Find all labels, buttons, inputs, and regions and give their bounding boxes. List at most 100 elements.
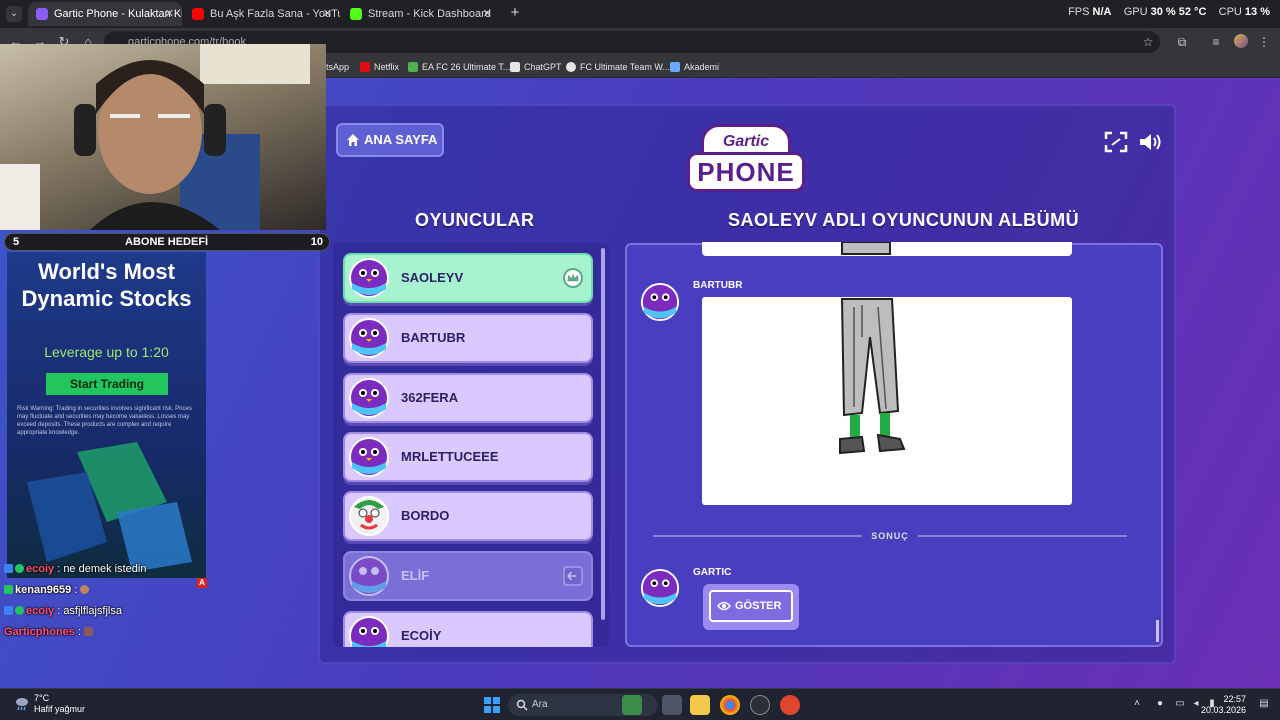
cpu-value: 13 %	[1244, 6, 1270, 18]
bookmark-fc-ultimate[interactable]: FC Ultimate Team W...	[566, 59, 670, 75]
browser-menu-icon[interactable]: ⋮	[1256, 34, 1272, 50]
akademi-icon	[670, 62, 680, 72]
bookmark-netflix[interactable]: Netflix	[360, 59, 399, 75]
sound-icon[interactable]	[1137, 130, 1163, 154]
subscriber-goal-bar: 5 ABONE HEDEFİ 10	[4, 233, 330, 251]
new-tab-button[interactable]: +	[506, 4, 524, 22]
ea-fc-icon	[408, 62, 418, 72]
player-name: BARTUBR	[401, 330, 466, 345]
ad-subtitle: Leverage up to 1:20	[44, 344, 169, 360]
player-item[interactable]: MRLETTUCEEE	[343, 432, 593, 482]
tab-youtube[interactable]: Bu Aşk Fazla Sana - YouTube ✕	[184, 2, 340, 26]
fullscreen-icon[interactable]	[1103, 130, 1129, 154]
close-tab-icon[interactable]: ✕	[323, 2, 332, 26]
player-name: ELİF	[401, 568, 430, 583]
players-title: OYUNCULAR	[415, 210, 535, 230]
media-control-icon[interactable]: ≡	[1208, 34, 1224, 50]
close-tab-icon[interactable]: ✕	[483, 2, 492, 26]
bookmark-star-icon[interactable]: ☆	[1140, 34, 1156, 50]
show-result-button[interactable]: GÖSTER	[703, 584, 799, 630]
home-button[interactable]: ANA SAYFA	[336, 123, 444, 157]
tray-chevron-icon[interactable]: ˄	[1131, 698, 1143, 710]
house-icon	[347, 134, 359, 146]
bookmark-chatgpt[interactable]: ChatGPT	[510, 59, 562, 75]
drawing-canvas	[702, 297, 1072, 505]
player-item[interactable]: ELİF	[343, 551, 593, 601]
bookmark-akademi[interactable]: Akademi	[670, 59, 719, 75]
clock-time: 22:57	[1223, 694, 1246, 704]
players-scrollbar[interactable]	[601, 248, 605, 620]
bookmark-ea-fc[interactable]: EA FC 26 Ultimate T...	[408, 59, 510, 75]
gartic-phone-logo: Gartic PHONE	[687, 124, 807, 196]
goal-max: 10	[310, 236, 323, 248]
chat-separator: :	[74, 626, 85, 638]
tab-kick-dashboard[interactable]: Stream - Kick Dashboard ✕	[342, 2, 500, 26]
gartic-avatar-icon	[640, 568, 680, 608]
eye-icon	[717, 601, 731, 611]
player-name: SAOLEYV	[401, 270, 464, 285]
clock-date: 20.03.2026	[1200, 705, 1246, 715]
network-icon[interactable]: ▭	[1174, 698, 1186, 710]
youtube-favicon-icon	[192, 8, 204, 20]
ad-stock-logos-art	[27, 442, 192, 572]
webcam-overlay	[0, 44, 326, 230]
previous-drawing-card	[702, 241, 1072, 256]
close-tab-icon[interactable]: ✕	[165, 2, 174, 26]
chatgpt-icon	[510, 62, 520, 72]
player-name: BORDO	[401, 508, 450, 523]
tab-search-button[interactable]: ⌄	[6, 6, 22, 22]
search-icon	[516, 699, 528, 711]
album-title: SAOLEYV ADLI OYUNCUNUN ALBÜMÜ	[728, 210, 1080, 230]
chat-alert-badge-icon: A	[197, 578, 207, 588]
extensions-icon[interactable]: ⧉	[1174, 34, 1190, 50]
trading-ad-banner[interactable]: World's Most Dynamic Stocks Leverage up …	[7, 252, 206, 578]
microphone-icon[interactable]: ●	[1154, 698, 1166, 710]
chat-separator: :	[54, 605, 64, 617]
bookmark-label: Akademi	[684, 62, 720, 72]
streamer-webcam-image	[0, 44, 310, 230]
player-avatar-icon	[349, 616, 389, 647]
app-icon[interactable]	[750, 695, 770, 715]
drawing-author-name: BARTUBR	[693, 280, 743, 291]
fc-ultimate-icon	[566, 62, 576, 72]
bookmark-label: FC Ultimate Team W...	[580, 62, 670, 72]
goal-min: 5	[13, 236, 20, 248]
album-scrollbar[interactable]	[1156, 620, 1159, 642]
chat-badge-icon	[4, 606, 13, 615]
profile-avatar[interactable]	[1234, 34, 1248, 48]
task-view-icon[interactable]	[662, 695, 682, 715]
gartic-favicon-icon	[36, 8, 48, 20]
gpu-label: GPU	[1123, 6, 1148, 18]
chat-badge-icon	[15, 564, 24, 573]
tab-gartic-phone[interactable]: Gartic Phone - Kulaktan Kulağa ✕	[28, 2, 182, 26]
weather-widget[interactable]: 7°C Hafif yağmur	[14, 693, 85, 715]
windows-start-icon[interactable]	[482, 695, 502, 715]
file-explorer-icon[interactable]	[690, 695, 710, 715]
ad-risk-warning: Risk Warning: Trading in securities invo…	[17, 406, 192, 436]
player-name: MRLETTUCEEE	[401, 449, 499, 464]
player-avatar-icon	[349, 258, 389, 298]
bookmark-label: ChatGPT	[524, 62, 562, 72]
player-item[interactable]: SAOLEYV	[343, 253, 593, 303]
widgets-icon[interactable]	[622, 695, 642, 715]
chat-username: Garticphones	[4, 626, 75, 638]
chrome-icon[interactable]	[720, 695, 740, 715]
player-item[interactable]: BARTUBR	[343, 313, 593, 363]
search-placeholder: Ara	[532, 699, 548, 710]
taskbar-clock[interactable]: 22:57 20.03.2026	[1201, 694, 1246, 716]
player-item[interactable]: ECOİY	[343, 611, 593, 647]
bookmark-whatsapp[interactable]: tsApp	[326, 59, 349, 75]
start-trading-button[interactable]: Start Trading	[46, 373, 168, 395]
system-stats-overlay: FPS N/A GPU 30 % 52 °C CPU 13 %	[1068, 6, 1270, 18]
chat-separator: :	[71, 584, 81, 596]
player-item[interactable]: 362FERA	[343, 373, 593, 423]
player-avatar-icon	[349, 556, 389, 596]
notifications-icon[interactable]: ▤	[1258, 698, 1270, 710]
app-notification-icon[interactable]	[780, 695, 800, 715]
chat-username: ecoiy	[26, 605, 55, 617]
weather-temp: 7°C	[34, 693, 50, 703]
cpu-label: CPU	[1218, 6, 1242, 18]
chat-message: Garticphones :	[4, 626, 95, 640]
player-avatar-clown-icon	[349, 496, 389, 536]
player-item[interactable]: BORDO	[343, 491, 593, 541]
